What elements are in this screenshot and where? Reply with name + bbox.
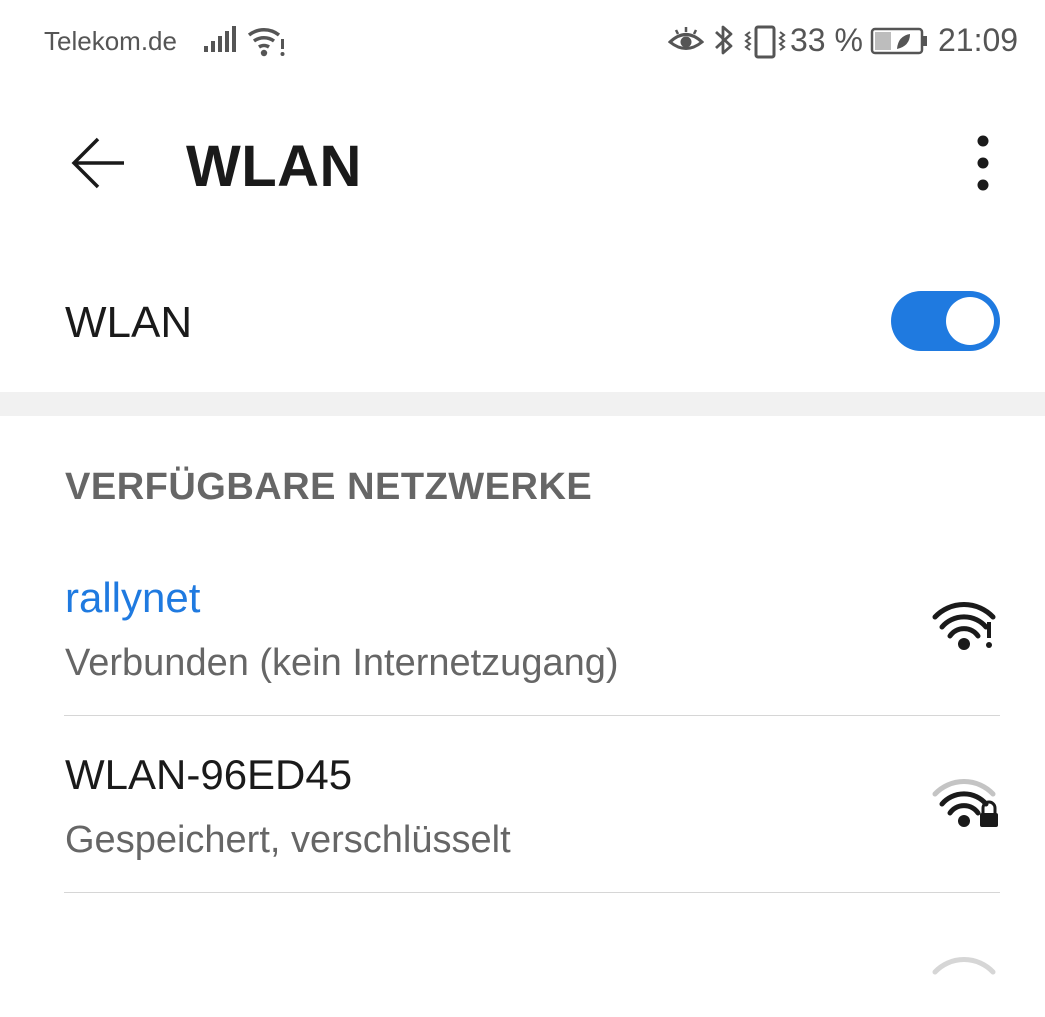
clock: 21:09 <box>938 22 1019 58</box>
wifi-partial-icon <box>932 955 996 980</box>
back-button[interactable] <box>60 132 136 198</box>
battery-percent: 33 % <box>790 22 863 58</box>
eye-comfort-icon <box>667 25 705 62</box>
status-bar: Telekom.de 33 % 21:09 <box>0 0 1045 84</box>
network-item-wlan-96ed45[interactable]: WLAN-96ED45 Gespeichert, verschlüsselt <box>0 733 1045 893</box>
wlan-toggle-label: WLAN <box>65 298 193 347</box>
carrier-name: Telekom.de <box>44 26 177 56</box>
divider <box>64 892 1000 893</box>
wifi-alert-icon <box>932 600 996 657</box>
wifi-locked-icon <box>932 777 1000 834</box>
more-vert-icon <box>976 133 990 198</box>
network-name: WLAN-96ED45 <box>65 751 353 798</box>
back-arrow-icon <box>68 135 128 196</box>
network-name: rallynet <box>65 574 201 621</box>
signal-icon <box>204 26 238 59</box>
bluetooth-icon <box>712 22 736 63</box>
wifi-alert-icon <box>246 24 286 63</box>
network-item-rallynet[interactable]: rallynet Verbunden (kein Internetzugang) <box>0 556 1045 716</box>
wlan-switch[interactable] <box>891 291 1000 351</box>
switch-knob <box>946 297 994 345</box>
network-status: Gespeichert, verschlüsselt <box>65 819 511 861</box>
battery-saver-icon <box>870 26 930 61</box>
page-title: WLAN <box>186 134 362 199</box>
section-header-available-networks: VERFÜGBARE NETZWERKE <box>65 466 593 508</box>
more-options-button[interactable] <box>960 130 1006 200</box>
divider <box>64 715 1000 716</box>
section-separator <box>0 392 1045 416</box>
network-status: Verbunden (kein Internetzugang) <box>65 642 619 684</box>
vibrate-icon <box>744 24 786 65</box>
